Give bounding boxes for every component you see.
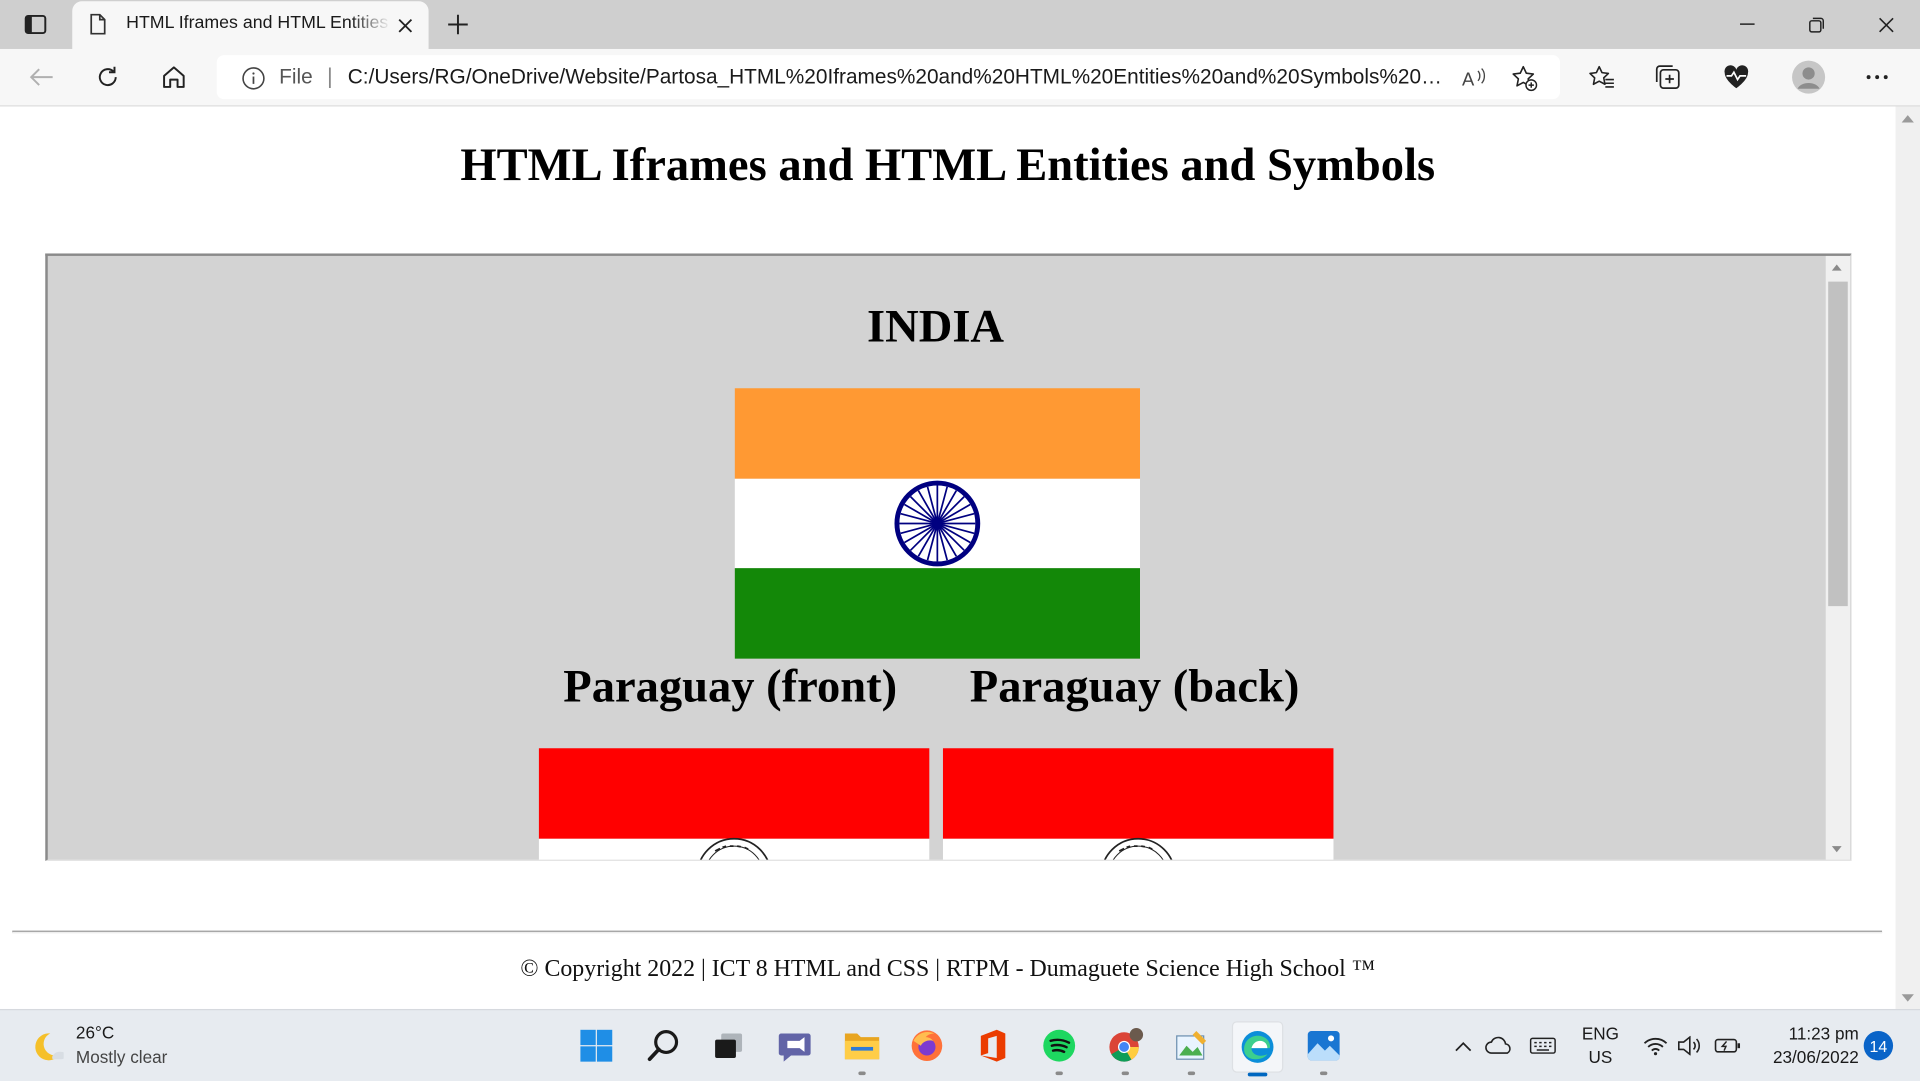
tab-actions-icon[interactable] <box>15 10 57 39</box>
iframe-scrollbar[interactable] <box>1825 255 1851 860</box>
address-separator: | <box>326 63 333 89</box>
paint-icon[interactable] <box>1167 1021 1216 1076</box>
page-viewport: HTML Iframes and HTML Entities and Symbo… <box>0 106 1896 1009</box>
clock-time: 11:23 pm <box>1788 1023 1859 1044</box>
page-title: HTML Iframes and HTML Entities and Symbo… <box>460 139 1436 192</box>
weather-widget[interactable]: 26°C Mostly clear <box>24 1022 232 1071</box>
minimize-button[interactable] <box>1713 0 1782 49</box>
browser-essentials-icon[interactable] <box>1717 59 1756 96</box>
new-tab-button[interactable] <box>441 7 475 41</box>
active-tab[interactable]: HTML Iframes and HTML Entities and Symbo… <box>72 1 429 49</box>
teams-chat-icon[interactable] <box>770 1021 819 1070</box>
system-clock[interactable]: 11:23 pm 23/06/2022 <box>1746 1022 1859 1069</box>
search-icon[interactable] <box>639 1021 688 1070</box>
scheme-label: File <box>279 64 313 89</box>
page-icon <box>89 13 106 41</box>
footer-divider <box>12 930 1883 934</box>
moon-icon <box>35 1033 64 1061</box>
restore-button[interactable] <box>1782 0 1851 49</box>
address-bar[interactable]: File | C:/Users/RG/OneDrive/Website/Part… <box>216 55 1561 100</box>
language-region: US <box>1588 1046 1613 1067</box>
language-code: ENG <box>1581 1023 1619 1044</box>
spotify-icon[interactable] <box>1035 1021 1084 1076</box>
refresh-icon[interactable] <box>88 59 127 96</box>
onedrive-icon[interactable] <box>1484 1031 1513 1060</box>
more-icon[interactable] <box>1858 59 1897 96</box>
office-icon[interactable] <box>969 1021 1018 1070</box>
photos-icon[interactable] <box>1299 1021 1348 1076</box>
ashoka-chakra-icon <box>894 480 981 567</box>
paraguay-back-heading: Paraguay (back) <box>969 661 1300 713</box>
chrome-icon[interactable] <box>1101 1021 1150 1076</box>
back-arrow-icon[interactable] <box>22 59 61 96</box>
language-indicator[interactable]: ENG US <box>1577 1022 1624 1069</box>
file-explorer-icon[interactable] <box>838 1021 887 1076</box>
firefox-icon[interactable] <box>902 1021 951 1070</box>
weather-temp: 26°C <box>75 1022 115 1043</box>
close-window-button[interactable] <box>1851 0 1920 49</box>
paraguay-back-flag-image <box>942 748 1334 860</box>
weather-condition: Mostly clear <box>75 1046 168 1067</box>
page-scrollbar[interactable] <box>1895 106 1920 1009</box>
task-view-icon[interactable] <box>704 1021 753 1070</box>
iframe-scroll-down-icon[interactable] <box>1831 846 1842 853</box>
home-icon[interactable] <box>154 59 193 96</box>
paraguay-front-heading: Paraguay (front) <box>563 661 898 713</box>
tab-strip: HTML Iframes and HTML Entities and Symbo… <box>0 0 1920 49</box>
footer-copyright: © Copyright 2022 | ICT 8 HTML and CSS | … <box>520 956 1376 983</box>
clock-date: 23/06/2022 <box>1772 1046 1859 1067</box>
iframe-scroll-up-icon[interactable] <box>1831 264 1842 271</box>
chevron-up-icon[interactable] <box>1449 1031 1478 1060</box>
tab-title: HTML Iframes and HTML Entities and Symbo… <box>126 13 390 34</box>
flags-iframe[interactable]: INDIA Paraguay (front) Paraguay (back) <box>45 253 1852 861</box>
iframe-content: INDIA Paraguay (front) Paraguay (back) <box>48 256 1824 860</box>
paraguay-front-flag-image <box>538 748 930 860</box>
notification-badge[interactable]: 14 <box>1863 1031 1894 1061</box>
page-scroll-down-icon[interactable] <box>1901 994 1914 1002</box>
start-icon[interactable] <box>572 1021 621 1070</box>
svg-text:A: A <box>1462 69 1475 90</box>
battery-icon[interactable] <box>1713 1031 1742 1060</box>
info-icon[interactable] <box>241 66 265 97</box>
star-plus-icon[interactable] <box>1509 62 1541 94</box>
url-text[interactable]: C:/Users/RG/OneDrive/Website/Partosa_HTM… <box>348 65 1445 89</box>
favorites-icon[interactable] <box>1582 59 1621 96</box>
keyboard-icon[interactable] <box>1528 1031 1557 1060</box>
read-aloud-icon[interactable]: A <box>1458 62 1490 94</box>
browser-toolbar: File | C:/Users/RG/OneDrive/Website/Part… <box>0 48 1920 107</box>
volume-icon[interactable] <box>1675 1031 1704 1060</box>
tab-close-icon[interactable] <box>393 13 417 37</box>
wifi-icon[interactable] <box>1641 1031 1670 1060</box>
india-flag-image <box>734 388 1141 659</box>
india-heading: INDIA <box>867 301 1005 353</box>
collections-icon[interactable] <box>1648 59 1687 96</box>
profile-icon[interactable] <box>1789 59 1828 96</box>
edge-icon[interactable] <box>1231 1021 1284 1077</box>
windows-taskbar: 26°C Mostly clear ENG US 11:23 pm 23/06/… <box>0 1008 1920 1081</box>
iframe-scroll-thumb[interactable] <box>1828 281 1848 607</box>
page-scroll-up-icon[interactable] <box>1901 115 1914 123</box>
